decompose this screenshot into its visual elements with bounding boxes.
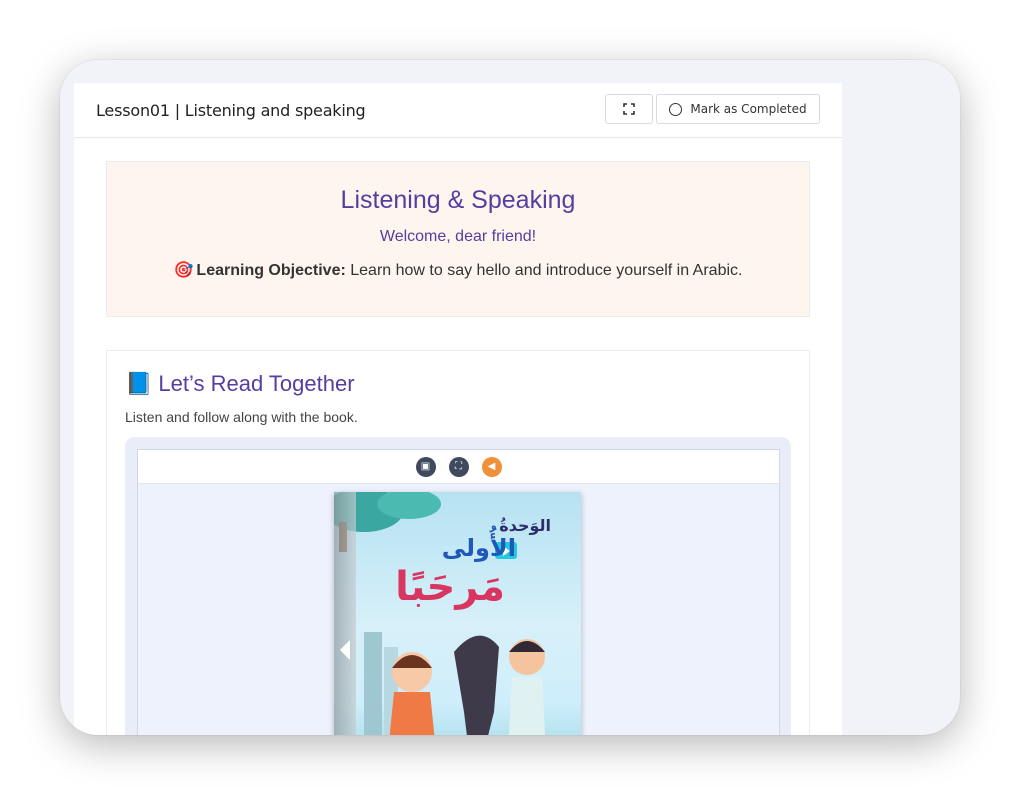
book-icon: 📘	[125, 371, 153, 396]
fullscreen-icon	[623, 103, 635, 115]
audio-icon[interactable]: ◀	[481, 456, 502, 477]
read-card: 📘 Let’s Read Together Listen and follow a…	[106, 350, 810, 735]
hero-title: Listening & Speaking	[340, 186, 576, 214]
flipbook-toolbar: ▣ ⛶ ◀	[138, 450, 779, 484]
lesson-header: Lesson01 | Listening and speaking Mark a…	[74, 83, 842, 138]
lesson-title: Lesson01 | Listening and speaking	[96, 101, 366, 120]
lesson-panel: Lesson01 | Listening and speaking Mark a…	[74, 83, 842, 735]
cover-unit-number: الأُولى	[441, 534, 516, 562]
cover-illustration	[364, 632, 546, 735]
book-cover[interactable]: الوَحدةُ الأُولى مَرحَبًا	[334, 492, 581, 735]
hero-card: Listening & Speaking Welcome, dear frien…	[106, 161, 810, 317]
cover-unit-label: الوَحدةُ	[499, 516, 551, 535]
hero-subtitle: Welcome, dear friend!	[379, 228, 537, 245]
fullscreen-button[interactable]	[605, 94, 653, 124]
target-icon: 🎯	[173, 262, 194, 279]
mark-completed-label: Mark as Completed	[690, 102, 807, 116]
flipbook-viewer: ▣ ⛶ ◀ الوَحدةُ الأُولى مَرحَبًا	[125, 437, 791, 735]
learning-objective: 🎯 Learning Objective: Learn how to say he…	[107, 260, 809, 280]
pages-icon[interactable]: ▣	[415, 456, 436, 477]
app-window: Lesson01 | Listening and speaking Mark a…	[60, 60, 960, 735]
objective-text: Learn how to say hello and introduce you…	[345, 262, 743, 279]
circle-icon	[669, 102, 683, 116]
flipbook-frame: ▣ ⛶ ◀ الوَحدةُ الأُولى مَرحَبًا	[137, 449, 780, 735]
read-subtitle: Listen and follow along with the book.	[125, 409, 358, 425]
objective-label: Learning Objective:	[196, 262, 346, 279]
mark-completed-button[interactable]: Mark as Completed	[656, 94, 820, 124]
read-title: Let’s Read Together	[158, 371, 355, 396]
cover-title: مَرحَبًا	[395, 564, 505, 610]
fullscreen-icon[interactable]: ⛶	[448, 456, 469, 477]
read-title-row: 📘 Let’s Read Together	[125, 371, 355, 397]
